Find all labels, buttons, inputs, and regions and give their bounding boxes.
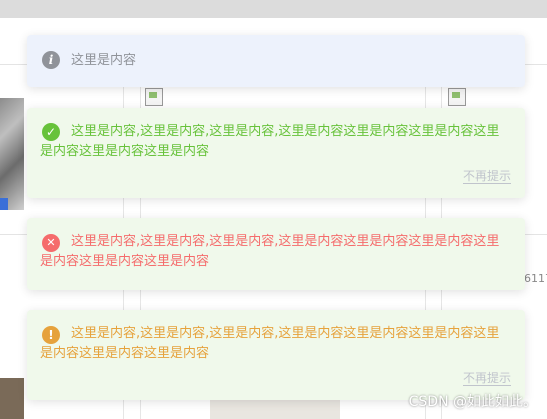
notification-info[interactable]: i 这里是内容 <box>27 35 525 87</box>
watermark: CSDN @如此如此。 <box>408 394 537 410</box>
browser-top-bar <box>0 0 547 18</box>
dont-show-again-link[interactable]: 不再提示 <box>462 169 511 184</box>
notification-warning[interactable]: ! 这里是内容,这里是内容,这里是内容,这里是内容这里是内容这里是内容这里是内容… <box>27 310 525 400</box>
notification-message: 这里是内容,这里是内容,这里是内容,这里是内容这里是内容这里是内容这里是内容这里… <box>40 234 500 269</box>
notification-error[interactable]: ✕ 这里是内容,这里是内容,这里是内容,这里是内容这里是内容这里是内容这里是内容… <box>27 218 525 290</box>
broken-image-icon <box>145 88 163 106</box>
broken-image-icon <box>448 88 466 106</box>
floorplan-thumbnail <box>0 98 24 210</box>
partial-cell-text: 6117 <box>524 272 547 285</box>
notification-message: 这里是内容,这里是内容,这里是内容,这里是内容这里是内容这里是内容这里是内容这里… <box>40 124 500 159</box>
thumbnail-strip <box>0 378 24 419</box>
notification-message: 这里是内容,这里是内容,这里是内容,这里是内容这里是内容这里是内容这里是内容这里… <box>40 326 500 361</box>
notification-success[interactable]: ✓ 这里是内容,这里是内容,这里是内容,这里是内容这里是内容这里是内容这里是内容… <box>27 108 525 198</box>
notification-message: 这里是内容 <box>71 53 137 68</box>
dont-show-again-link[interactable]: 不再提示 <box>462 371 511 386</box>
